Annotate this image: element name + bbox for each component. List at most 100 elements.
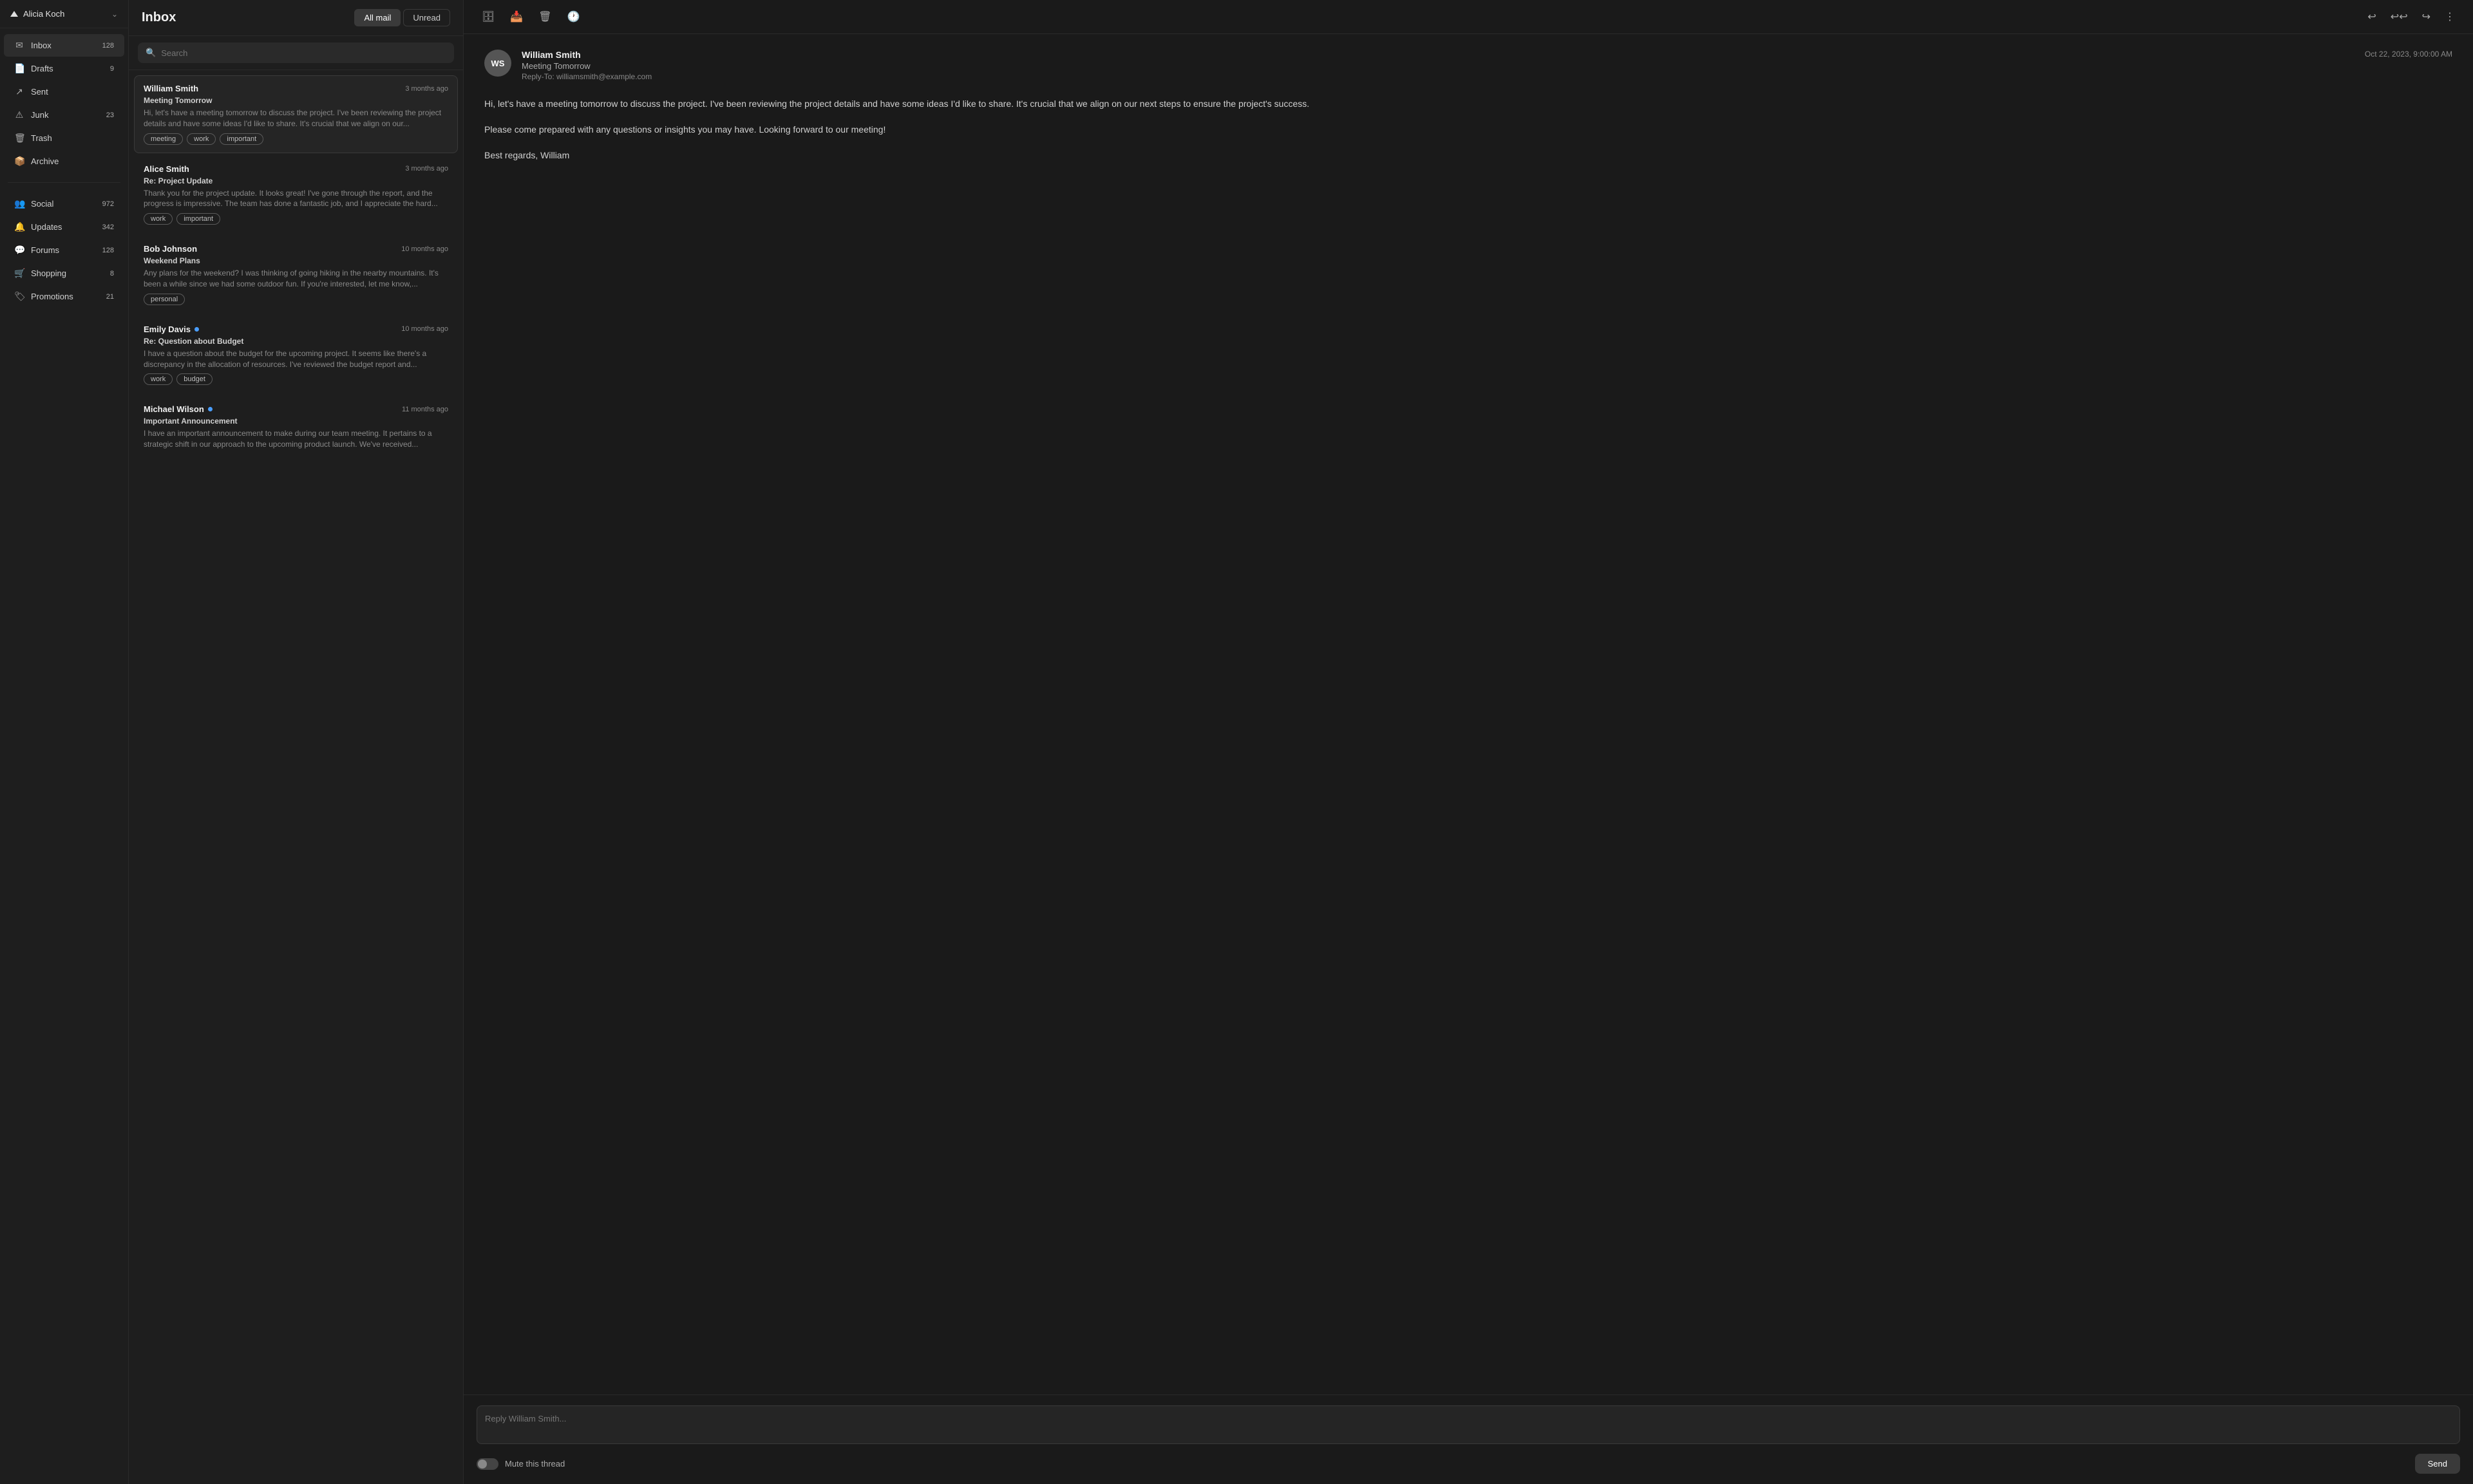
mail-sender: Emily Davis (144, 324, 199, 334)
delete-button[interactable]: 🗑 (533, 6, 556, 27)
mail-subject: Weekend Plans (144, 256, 448, 265)
tag-personal: personal (144, 294, 185, 305)
email-header: WS William Smith Meeting Tomorrow Reply-… (484, 50, 2452, 81)
reply-footer: Mute this thread Send (464, 1395, 2473, 1484)
sidebar-label-trash: Trash (31, 133, 52, 143)
promotions-icon: 🏷 (14, 291, 24, 302)
mail-preview: Thank you for the project update. It loo… (144, 188, 448, 210)
more-options-button[interactable]: ⋮ (2440, 6, 2460, 27)
trash-icon: 🗑 (14, 133, 24, 144)
sidebar-item-shopping[interactable]: 🛒 Shopping 8 (4, 262, 124, 285)
sidebar-label-sent: Sent (31, 87, 48, 97)
email-from-name: William Smith (522, 50, 2355, 60)
shopping-icon: 🛒 (14, 268, 24, 279)
mail-time: 3 months ago (405, 165, 448, 173)
mail-tags: meeting work important (144, 133, 448, 145)
unread-dot (208, 407, 213, 411)
mail-subject: Meeting Tomorrow (144, 96, 448, 105)
mail-subject: Re: Question about Budget (144, 337, 448, 346)
mail-sender: William Smith (144, 84, 198, 93)
updates-icon: 🔔 (14, 221, 24, 232)
mail-sender: Bob Johnson (144, 244, 197, 254)
mail-list-header: Inbox All mail Unread (129, 0, 463, 36)
sidebar-item-junk[interactable]: ⚠ Junk 23 (4, 104, 124, 126)
unread-dot (194, 327, 199, 332)
badge-drafts: 9 (101, 65, 114, 73)
email-subject-line: Meeting Tomorrow (522, 61, 2355, 71)
sidebar-label-forums: Forums (31, 245, 59, 255)
forward-button[interactable]: ↪ (2417, 6, 2436, 27)
inbox-icon: ✉ (14, 40, 24, 51)
toolbar-left-actions: 🗄 📥 🗑 🕐 (477, 6, 585, 27)
badge-social: 972 (101, 200, 114, 208)
sidebar-item-inbox[interactable]: ✉ Inbox 128 (4, 34, 124, 57)
sidebar-item-drafts[interactable]: 📄 Drafts 9 (4, 57, 124, 80)
tag-work: work (144, 373, 173, 385)
email-body-paragraph: Hi, let's have a meeting tomorrow to dis… (484, 97, 2452, 112)
sidebar-label-social: Social (31, 199, 53, 209)
mail-preview: Any plans for the weekend? I was thinkin… (144, 268, 448, 290)
reply-button[interactable]: ↩ (2362, 6, 2381, 27)
filter-buttons: All mail Unread (354, 9, 450, 26)
sidebar-label-archive: Archive (31, 156, 59, 166)
mail-time: 10 months ago (401, 245, 448, 253)
mail-list: William Smith 3 months ago Meeting Tomor… (129, 70, 463, 1484)
mail-sender: Michael Wilson (144, 404, 213, 414)
archive-icon: 📦 (14, 156, 24, 167)
tag-budget: budget (176, 373, 213, 385)
avatar: WS (484, 50, 511, 77)
list-item[interactable]: Emily Davis 10 months ago Re: Question a… (134, 316, 458, 394)
sidebar-label-inbox: Inbox (31, 41, 52, 50)
reply-actions: Mute this thread Send (477, 1454, 2460, 1474)
tag-meeting: meeting (144, 133, 183, 145)
tag-important: important (220, 133, 263, 145)
mute-toggle[interactable] (477, 1458, 498, 1470)
mail-sender: Alice Smith (144, 164, 189, 174)
toggle-knob (478, 1460, 487, 1469)
badge-shopping: 8 (101, 270, 114, 277)
reply-all-button[interactable]: ↩↩ (2385, 6, 2413, 27)
mail-time: 3 months ago (405, 85, 448, 93)
forums-icon: 💬 (14, 245, 24, 256)
email-body-paragraph: Please come prepared with any questions … (484, 122, 2452, 138)
email-date: Oct 22, 2023, 9:00:00 AM (2365, 50, 2452, 81)
mail-tags: workbudget (144, 373, 448, 385)
toolbar-right-actions: ↩ ↩↩ ↪ ⋮ (2362, 6, 2460, 27)
archive-button[interactable]: 🗄 (477, 6, 500, 27)
mute-section: Mute this thread (477, 1458, 565, 1470)
filter-unread[interactable]: Unread (403, 9, 450, 26)
junk-icon: ⚠ (14, 109, 24, 120)
reading-pane: 🗄 📥 🗑 🕐 ↩ ↩↩ ↪ ⋮ WS William Smith Meetin… (464, 0, 2473, 1484)
email-body-paragraph: Best regards, William (484, 148, 2452, 164)
sidebar-item-promotions[interactable]: 🏷 Promotions 21 (4, 285, 124, 308)
sidebar-item-archive[interactable]: 📦 Archive (4, 150, 124, 173)
mail-list-panel: Inbox All mail Unread 🔍 William Smith 3 … (129, 0, 464, 1484)
badge-updates: 342 (101, 223, 114, 231)
sidebar-label-drafts: Drafts (31, 64, 53, 73)
sidebar-item-trash[interactable]: 🗑 Trash (4, 127, 124, 149)
search-input[interactable] (161, 48, 446, 58)
send-button[interactable]: Send (2415, 1454, 2460, 1474)
snooze-button[interactable]: 🕐 (562, 6, 585, 27)
sidebar-item-updates[interactable]: 🔔 Updates 342 (4, 216, 124, 238)
sidebar: Alicia Koch ⌄ ✉ Inbox 128 📄 Drafts 9 ↗ S… (0, 0, 129, 1484)
sidebar-item-forums[interactable]: 💬 Forums 128 (4, 239, 124, 261)
account-header[interactable]: Alicia Koch ⌄ (0, 0, 128, 28)
move-to-junk-button[interactable]: 📥 (505, 6, 528, 27)
sidebar-item-sent[interactable]: ↗ Sent (4, 80, 124, 103)
tag-work: work (187, 133, 216, 145)
list-item[interactable]: Bob Johnson 10 months ago Weekend Plans … (134, 236, 458, 314)
badge-junk: 23 (101, 111, 114, 119)
chevron-down-icon: ⌄ (111, 10, 118, 19)
list-item[interactable]: William Smith 3 months ago Meeting Tomor… (134, 75, 458, 153)
list-item[interactable]: Alice Smith 3 months ago Re: Project Upd… (134, 156, 458, 234)
filter-all-mail[interactable]: All mail (354, 9, 401, 26)
list-item[interactable]: Michael Wilson 11 months ago Important A… (134, 396, 458, 462)
mute-label: Mute this thread (505, 1459, 565, 1469)
reply-textarea[interactable] (477, 1405, 2460, 1444)
mail-time: 10 months ago (401, 325, 448, 333)
account-name: Alicia Koch (23, 9, 64, 19)
tag-work: work (144, 213, 173, 225)
sidebar-item-social[interactable]: 👥 Social 972 (4, 193, 124, 215)
drafts-icon: 📄 (14, 63, 24, 74)
